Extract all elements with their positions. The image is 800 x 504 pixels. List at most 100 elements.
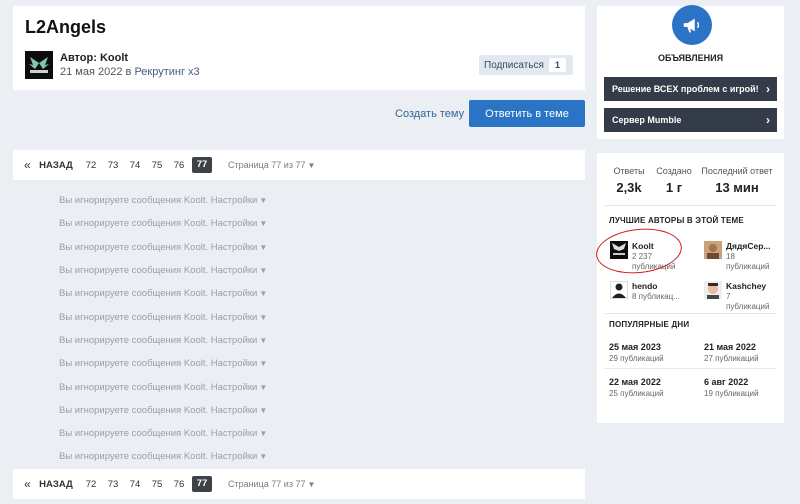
page-link[interactable]: 74 [124,479,146,490]
popular-day[interactable]: 22 мая 2022 25 публикаций [609,377,689,398]
caret-down-icon: ▼ [259,196,268,206]
pagination-bottom: « НАЗАД 72 73 74 75 76 77 Страница 77 из… [13,469,585,499]
author-avatar [704,281,722,299]
ignored-post-row[interactable]: Вы игнорируете сообщения Koolt. Настройк… [59,305,459,328]
divider [605,205,776,206]
ignored-post-row[interactable]: Вы игнорируете сообщения Koolt. Настройк… [59,329,459,352]
page-link[interactable]: 73 [102,479,124,490]
day-count: 29 публикаций [609,354,664,363]
announcement-item[interactable]: Решение ВСЕХ проблем с игрой! › [604,77,777,101]
topic-header: L2Angels Автор: Koolt 21 мая 2022 в Рекр… [13,6,585,90]
ignored-post-text: Вы игнорируете сообщения Koolt. Настройк… [59,428,258,440]
ignored-post-text: Вы игнорируете сообщения Koolt. Настройк… [59,404,258,416]
create-topic-link[interactable]: Создать тему [395,108,464,120]
forum-link[interactable]: Рекрутинг x3 [134,66,199,78]
megaphone-icon [672,5,712,45]
popular-day[interactable]: 6 авг 2022 19 публикаций [704,377,784,398]
follow-label: Подписаться [484,59,544,71]
author-name[interactable]: Автор: Koolt [60,52,128,64]
page-link[interactable]: 76 [168,160,190,171]
page-link[interactable]: 72 [80,479,102,490]
page-link[interactable]: 74 [124,160,146,171]
page-link[interactable]: 76 [168,479,190,490]
ignored-post-row[interactable]: Вы игнорируете сообщения Koolt. Настройк… [59,352,459,375]
popular-day[interactable]: 21 мая 2022 27 публикаций [704,342,784,363]
follow-button[interactable]: Подписаться 1 [479,55,573,75]
ignored-post-text: Вы игнорируете сообщения Koolt. Настройк… [59,288,258,300]
stat-value: 2,3k [616,180,642,195]
author-avatar[interactable] [25,51,53,79]
caret-down-icon: ▼ [307,480,316,489]
prev-page-button[interactable]: НАЗАД [38,160,74,171]
pagination-top: « НАЗАД 72 73 74 75 76 77 Страница 77 из… [13,150,585,180]
topic-stats-card: Ответы 2,3k Создано 1 г Последний ответ … [597,153,784,423]
prev-page-button[interactable]: НАЗАД [38,479,74,490]
author-post-count: 7 публикаций [726,292,770,311]
day-date: 6 авг 2022 [704,377,749,387]
caret-down-icon: ▼ [307,161,316,170]
page-jump-dropdown[interactable]: Страница 77 из 77 ▼ [228,479,315,489]
author-avatar [610,281,628,299]
angel-wings-icon [29,57,49,73]
stat-value: 13 мин [715,180,759,195]
day-count: 25 публикаций [609,389,664,398]
caret-down-icon: ▼ [259,335,268,345]
follow-count: 1 [549,58,566,72]
page-link[interactable]: 75 [146,160,168,171]
page-link[interactable]: 75 [146,479,168,490]
topic-date: 21 мая 2022 [60,66,123,78]
caret-down-icon: ▼ [259,312,268,322]
ignored-post-row[interactable]: Вы игнорируете сообщения Koolt. Настройк… [59,236,459,259]
ignored-post-row[interactable]: Вы игнорируете сообщения Koolt. Настройк… [59,259,459,282]
announcement-label: Сервер Mumble [612,115,682,125]
reply-button[interactable]: Ответить в теме [469,100,585,127]
page-link[interactable]: 72 [80,160,102,171]
caret-down-icon: ▼ [259,452,268,462]
caret-down-icon: ▼ [259,219,268,229]
ignored-post-text: Вы игнорируете сообщения Koolt. Настройк… [59,451,258,463]
author-name: ДядяСер... [726,241,771,251]
ignored-post-text: Вы игнорируете сообщения Koolt. Настройк… [59,334,258,346]
in-word: в [125,66,132,78]
caret-down-icon: ▼ [259,289,268,299]
page-link[interactable]: 73 [102,160,124,171]
megaphone-glyph [683,18,700,33]
first-page-button[interactable]: « [24,477,38,491]
ignored-post-row[interactable]: Вы игнорируете сообщения Koolt. Настройк… [59,212,459,235]
stat-replies: Ответы 2,3k [609,166,649,195]
ignored-post-row[interactable]: Вы игнорируете сообщения Koolt. Настройк… [59,399,459,422]
ignored-post-text: Вы игнорируете сообщения Koolt. Настройк… [59,358,258,370]
caret-down-icon: ▼ [259,266,268,276]
popular-days-title: ПОПУЛЯРНЫЕ ДНИ [609,320,690,329]
author-name: hendo [632,281,658,291]
caret-down-icon: ▼ [259,405,268,415]
announcement-item[interactable]: Сервер Mumble › [604,108,777,132]
caret-down-icon: ▼ [259,382,268,392]
first-page-button[interactable]: « [24,158,38,172]
caret-down-icon: ▼ [259,242,268,252]
ignored-post-row[interactable]: Вы игнорируете сообщения Koolt. Настройк… [59,282,459,305]
ignored-post-row[interactable]: Вы игнорируете сообщения Koolt. Настройк… [59,422,459,445]
popular-day[interactable]: 25 мая 2023 29 публикаций [609,342,689,363]
divider [605,313,776,314]
current-page[interactable]: 77 [192,476,212,492]
stat-label: Последний ответ [701,166,773,176]
day-count: 27 публикаций [704,354,759,363]
ignored-post-row[interactable]: Вы игнорируете сообщения Koolt. Настройк… [59,189,459,212]
chevron-right-icon: › [766,113,770,127]
ignored-post-row[interactable]: Вы игнорируете сообщения Koolt. Настройк… [59,445,459,468]
ignored-post-text: Вы игнорируете сообщения Koolt. Настройк… [59,218,258,230]
announcement-label: Решение ВСЕХ проблем с игрой! [612,84,759,94]
best-authors-title: ЛУЧШИЕ АВТОРЫ В ЭТОЙ ТЕМЕ [609,216,744,225]
announcements-title: ОБЪЯВЛЕНИЯ [657,53,724,63]
current-page[interactable]: 77 [192,157,212,173]
stat-created: Создано 1 г [651,166,697,195]
stat-label: Создано [656,166,692,176]
person-photo-icon [707,244,719,259]
person-photo-icon [707,283,719,299]
ignored-post-row[interactable]: Вы игнорируете сообщения Koolt. Настройк… [59,375,459,398]
day-count: 19 публикаций [704,389,759,398]
page-jump-dropdown[interactable]: Страница 77 из 77 ▼ [228,160,315,170]
ignored-post-text: Вы игнорируете сообщения Koolt. Настройк… [59,195,258,207]
stat-last-reply: Последний ответ 13 мин [699,166,775,195]
